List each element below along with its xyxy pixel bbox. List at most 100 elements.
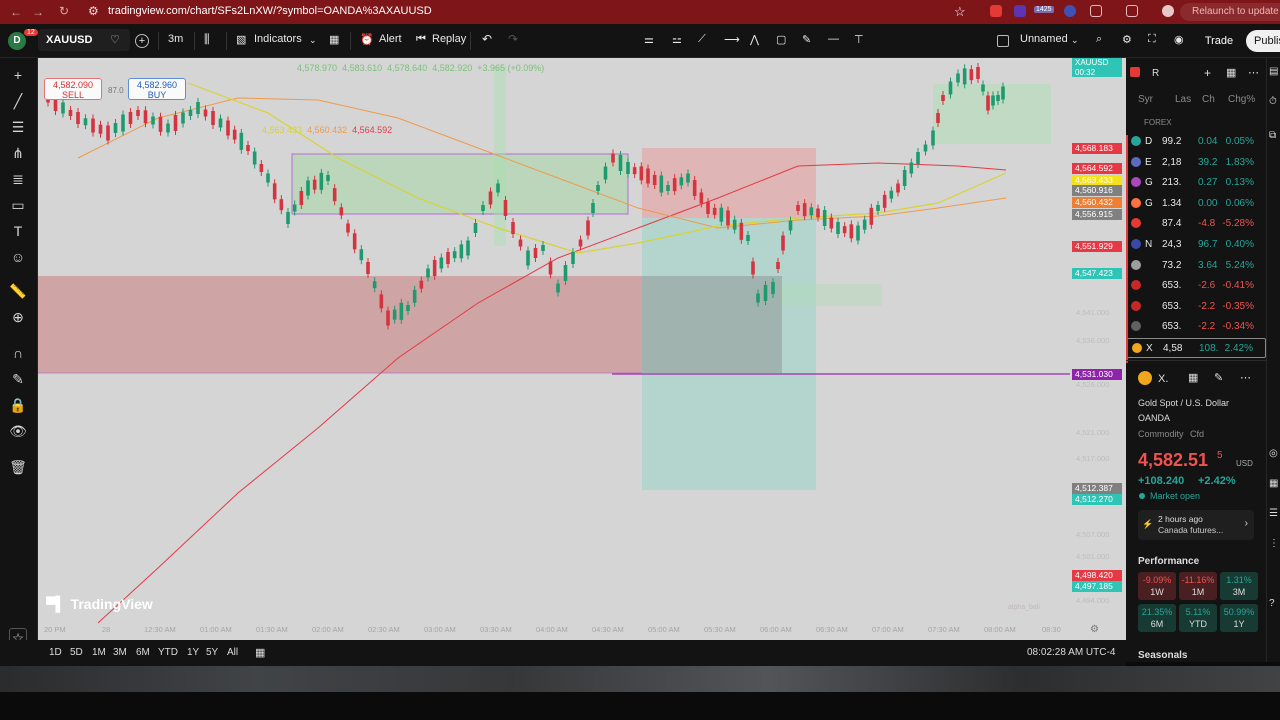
publish-button[interactable]: Publis: [1246, 30, 1280, 52]
ma-red[interactable]: [97, 162, 1007, 624]
performance-cell[interactable]: -11.16% 1M: [1179, 572, 1217, 600]
supply-zone[interactable]: [38, 276, 642, 373]
watchlist-row[interactable]: 653. -2.2 -0.34%: [1126, 317, 1266, 337]
text-icon[interactable]: T: [9, 222, 27, 240]
range-button-1d[interactable]: 1D: [49, 647, 62, 658]
profile-avatar[interactable]: [1162, 5, 1174, 17]
alarm-icon[interactable]: ⏰: [360, 33, 374, 46]
extension-icon[interactable]: [1014, 5, 1026, 17]
watchlist-row[interactable]: 653. -2.6 -0.41%: [1126, 276, 1266, 296]
back-icon[interactable]: ←: [6, 5, 26, 19]
horizontal-lines-icon[interactable]: ☰: [9, 118, 27, 136]
trendline-icon[interactable]: ╱: [9, 92, 27, 110]
edit-icon[interactable]: ✎: [1214, 371, 1223, 384]
alerts-icon[interactable]: ⏱: [1269, 96, 1277, 107]
buy-button[interactable]: 4,582.960 BUY: [128, 78, 186, 100]
watchlist-row[interactable]: N 24,3 96.7 0.40%: [1126, 235, 1266, 255]
news-card[interactable]: ⚡ 2 hours ago Canada futures... ›: [1138, 510, 1254, 540]
extension-icon[interactable]: [1064, 5, 1076, 17]
short-position-tool-icon[interactable]: ⚍: [672, 33, 682, 46]
range-button-1m[interactable]: 1M: [92, 647, 106, 658]
ray-tool-icon[interactable]: ⟶: [724, 33, 740, 46]
site-settings-icon[interactable]: ⚙: [88, 4, 99, 18]
long-position-tool-icon[interactable]: ⚌: [644, 33, 654, 46]
watchlist-row[interactable]: 87.4 -4.8 -5.28%: [1126, 214, 1266, 234]
undo-icon[interactable]: ↶: [482, 32, 492, 46]
replay-button[interactable]: Replay: [432, 33, 466, 45]
lock-icon[interactable]: 🔒: [9, 396, 27, 414]
redo-icon[interactable]: ↷: [508, 32, 518, 46]
templates-icon[interactable]: ▦: [329, 33, 339, 46]
watchlist-row[interactable]: X 4,58 108. 2.42%: [1126, 338, 1266, 358]
trade-button[interactable]: Trade: [1200, 31, 1238, 51]
eye-icon[interactable]: 👁: [9, 422, 27, 440]
chart-canvas[interactable]: [38, 58, 1126, 640]
col-change-pct[interactable]: Chg%: [1228, 94, 1255, 105]
heart-icon[interactable]: ♡: [110, 33, 120, 46]
gear-icon[interactable]: ⚙: [1122, 33, 1132, 46]
watchlist-row[interactable]: D 99.2 0.04 0.05%: [1126, 132, 1266, 152]
user-avatar[interactable]: D: [8, 32, 26, 50]
performance-cell[interactable]: 1.31% 3M: [1220, 572, 1258, 600]
magnet-icon[interactable]: ∩: [9, 344, 27, 362]
watchlist-row[interactable]: 73.2 3.64 5.24%: [1126, 256, 1266, 276]
layout-name[interactable]: Unnamed: [1020, 33, 1068, 45]
chart-pane[interactable]: 4,578.970 4,583.610 4,578.640 4,582.920 …: [38, 58, 1126, 640]
watchlist-row[interactable]: G 213. 0.27 0.13%: [1126, 173, 1266, 193]
object-tree-icon[interactable]: ⧉: [1269, 130, 1276, 141]
performance-cell[interactable]: 5.11% YTD: [1179, 604, 1217, 632]
calendar-icon[interactable]: ▦: [1269, 478, 1278, 489]
col-change[interactable]: Ch: [1202, 94, 1215, 105]
notifications-icon[interactable]: ⋮: [1269, 538, 1279, 549]
help-icon[interactable]: ?: [1269, 598, 1275, 609]
trash-icon[interactable]: 🗑: [9, 458, 27, 476]
crosshair-icon[interactable]: +: [9, 66, 27, 84]
shapes-icon[interactable]: ▭: [9, 196, 27, 214]
indicators-button[interactable]: Indicators: [254, 33, 302, 45]
camera-icon[interactable]: ◉: [1174, 33, 1184, 46]
sidebar-icon[interactable]: [1126, 5, 1138, 17]
indicators-icon[interactable]: ▧: [236, 33, 246, 46]
bookmark-star-icon[interactable]: ☆: [954, 4, 966, 20]
fib-icon[interactable]: ≣: [9, 170, 27, 188]
extensions-puzzle-icon[interactable]: [1090, 5, 1102, 17]
watchlist-row[interactable]: 653. -2.2 -0.35%: [1126, 297, 1266, 317]
alert-button[interactable]: Alert: [379, 33, 402, 45]
range-button-5y[interactable]: 5Y: [206, 647, 218, 658]
more-icon[interactable]: ⋯: [1240, 371, 1251, 384]
watchlist-icon[interactable]: ▤: [1269, 66, 1278, 77]
brush-tool-icon[interactable]: ✎: [802, 33, 811, 46]
range-button-1y[interactable]: 1Y: [187, 647, 199, 658]
search-icon[interactable]: ⌕: [1096, 33, 1102, 46]
chat-icon[interactable]: ◎: [1269, 448, 1278, 459]
more-icon[interactable]: ⋯: [1248, 66, 1259, 79]
range-button-3m[interactable]: 3M: [113, 647, 127, 658]
ideas-icon[interactable]: ☰: [1269, 508, 1278, 519]
watchlist-row[interactable]: G 1.34 0.00 0.06%: [1126, 194, 1266, 214]
instrument-name[interactable]: Gold Spot / U.S. Dollar: [1138, 398, 1229, 408]
add-symbol-icon[interactable]: +: [135, 34, 149, 48]
performance-cell[interactable]: 21.35% 6M: [1138, 604, 1176, 632]
rectangle-tool-icon[interactable]: ▢: [776, 33, 786, 46]
col-last[interactable]: Las: [1175, 94, 1191, 105]
text-tool-icon[interactable]: ⊤: [854, 33, 864, 46]
detail-symbol[interactable]: X.: [1158, 373, 1168, 385]
reload-icon[interactable]: ↻: [54, 4, 74, 18]
horizontal-line-tool-icon[interactable]: —: [828, 33, 839, 45]
pencil-lock-icon[interactable]: ✎: [9, 370, 27, 388]
watchlist-row[interactable]: E 2,18 39.2 1.83%: [1126, 153, 1266, 173]
section-label[interactable]: FOREX: [1144, 118, 1172, 127]
chevron-down-icon[interactable]: ⌄: [309, 35, 317, 46]
performance-cell[interactable]: 50.99% 1Y: [1220, 604, 1258, 632]
range-button-ytd[interactable]: YTD: [158, 647, 178, 658]
range-button-5d[interactable]: 5D: [70, 647, 83, 658]
address-bar[interactable]: tradingview.com/chart/SFs2LnXW/?symbol=O…: [108, 5, 432, 17]
candles-icon[interactable]: ⫼: [204, 32, 210, 47]
relaunch-button[interactable]: Relaunch to update: [1180, 3, 1280, 21]
range-button-6m[interactable]: 6M: [136, 647, 150, 658]
range-button-all[interactable]: All: [227, 647, 238, 658]
ruler-icon[interactable]: 📏: [9, 282, 27, 300]
performance-cell[interactable]: -9.09% 1W: [1138, 572, 1176, 600]
pitchfork-icon[interactable]: ⋔: [9, 144, 27, 162]
chevron-down-icon[interactable]: ⌄: [1071, 35, 1079, 46]
